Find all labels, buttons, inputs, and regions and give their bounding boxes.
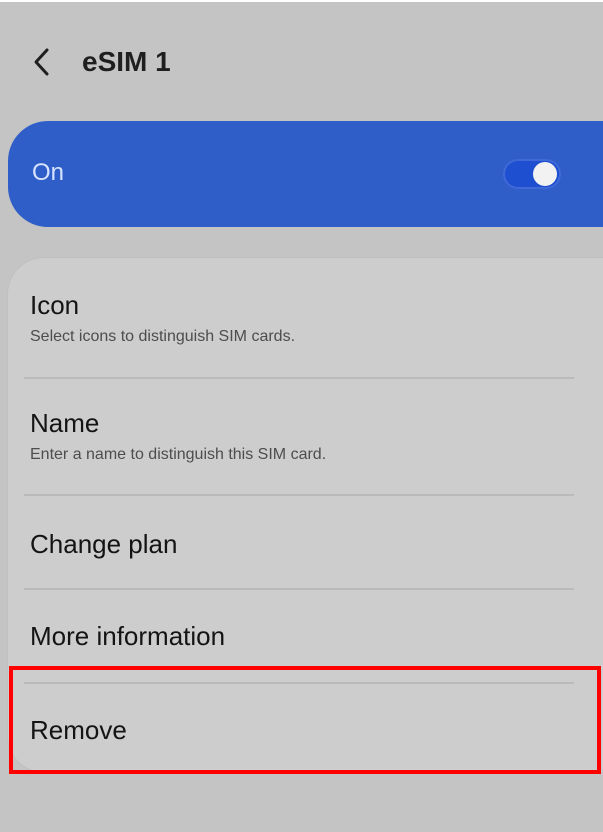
item-subtitle: Enter a name to distinguish this SIM car… bbox=[30, 446, 327, 463]
item-subtitle: Select icons to distinguish SIM cards. bbox=[30, 328, 296, 345]
esim-toggle-row[interactable]: On bbox=[8, 121, 603, 227]
item-title: Name bbox=[30, 408, 100, 438]
back-button[interactable] bbox=[26, 42, 56, 82]
top-app-bar: eSIM 1 bbox=[0, 20, 603, 104]
divider bbox=[24, 494, 574, 496]
divider bbox=[24, 682, 574, 684]
item-title: Icon bbox=[30, 290, 80, 320]
list-item-icon[interactable]: Icon Select icons to distinguish SIM car… bbox=[30, 289, 575, 347]
page-title: eSIM 1 bbox=[82, 46, 171, 77]
list-item-change-plan[interactable]: Change plan bbox=[30, 528, 575, 560]
list-item-name[interactable]: Name Enter a name to distinguish this SI… bbox=[30, 407, 575, 465]
item-title: Change plan bbox=[30, 529, 178, 559]
switch-knob bbox=[533, 162, 557, 186]
chevron-left-icon bbox=[34, 48, 49, 76]
list-item-more-information[interactable]: More information bbox=[30, 620, 575, 652]
divider bbox=[24, 588, 574, 590]
screen: eSIM 1 On Icon Select icons to distingui… bbox=[0, 0, 603, 832]
divider bbox=[24, 377, 574, 379]
esim-switch[interactable] bbox=[503, 159, 561, 189]
bottom-area bbox=[0, 777, 603, 832]
list-item-remove[interactable]: Remove bbox=[30, 714, 575, 746]
toggle-label: On bbox=[32, 159, 65, 186]
item-title: Remove bbox=[30, 715, 127, 745]
item-title: More information bbox=[30, 621, 226, 651]
